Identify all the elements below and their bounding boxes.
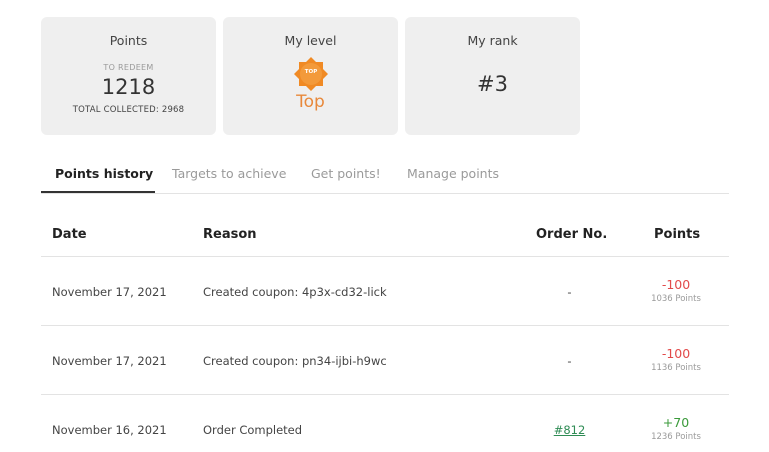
row-points: -100 1036 Points <box>631 277 721 304</box>
table-row: November 17, 2021 Created coupon: 4p3x-c… <box>41 257 729 326</box>
points-change: +70 <box>662 415 690 430</box>
points-total: 1136 Points <box>651 363 701 373</box>
column-header-points: Points <box>654 227 701 242</box>
level-name: Top <box>296 92 325 112</box>
column-header-order: Order No. <box>536 227 608 242</box>
tab-get-points[interactable]: Get points! <box>311 166 381 181</box>
to-redeem-label: TO REDEEM <box>103 63 154 72</box>
rank-card: My rank #3 <box>405 17 580 135</box>
row-order: - <box>567 285 572 299</box>
points-tabs: Points history Targets to achieve Get po… <box>41 158 729 194</box>
order-link[interactable]: #812 <box>554 423 586 437</box>
table-header: Date Reason Order No. Points <box>41 214 729 257</box>
table-row: November 17, 2021 Created coupon: pn34-i… <box>41 326 729 395</box>
row-reason: Order Completed <box>203 423 303 437</box>
tab-targets-to-achieve[interactable]: Targets to achieve <box>172 166 286 181</box>
level-card-title: My level <box>284 33 337 48</box>
row-points: +70 1236 Points <box>631 415 721 442</box>
points-total: 1236 Points <box>651 432 701 442</box>
level-badge-icon: TOP <box>293 56 329 92</box>
row-reason: Created coupon: pn34-ijbi-h9wc <box>203 354 387 368</box>
row-order: #812 <box>536 423 603 437</box>
total-collected-label: TOTAL COLLECTED: 2968 <box>72 105 185 115</box>
row-date: November 16, 2021 <box>52 423 167 437</box>
active-tab-indicator <box>41 191 155 193</box>
row-points: -100 1136 Points <box>631 346 721 373</box>
level-badge-text: TOP <box>304 69 318 75</box>
row-date: November 17, 2021 <box>52 354 167 368</box>
tab-points-history[interactable]: Points history <box>55 166 153 181</box>
points-total: 1036 Points <box>651 294 701 304</box>
points-card-title: Points <box>109 33 148 48</box>
row-date: November 17, 2021 <box>52 285 167 299</box>
tab-manage-points[interactable]: Manage points <box>407 166 499 181</box>
level-card: My level TOP Top <box>223 17 398 135</box>
row-order: - <box>567 354 572 368</box>
points-card: Points TO REDEEM 1218 TOTAL COLLECTED: 2… <box>41 17 216 135</box>
to-redeem-value: 1218 <box>101 75 156 99</box>
points-change: -100 <box>661 277 691 292</box>
rank-card-title: My rank <box>467 33 518 48</box>
rank-value: #3 <box>477 72 508 96</box>
points-history-table: Date Reason Order No. Points November 17… <box>41 214 729 452</box>
points-change: -100 <box>661 346 691 361</box>
table-row: November 16, 2021 Order Completed #812 +… <box>41 395 729 452</box>
row-reason: Created coupon: 4p3x-cd32-lick <box>203 285 387 299</box>
column-header-date: Date <box>52 227 87 242</box>
column-header-reason: Reason <box>203 227 257 242</box>
